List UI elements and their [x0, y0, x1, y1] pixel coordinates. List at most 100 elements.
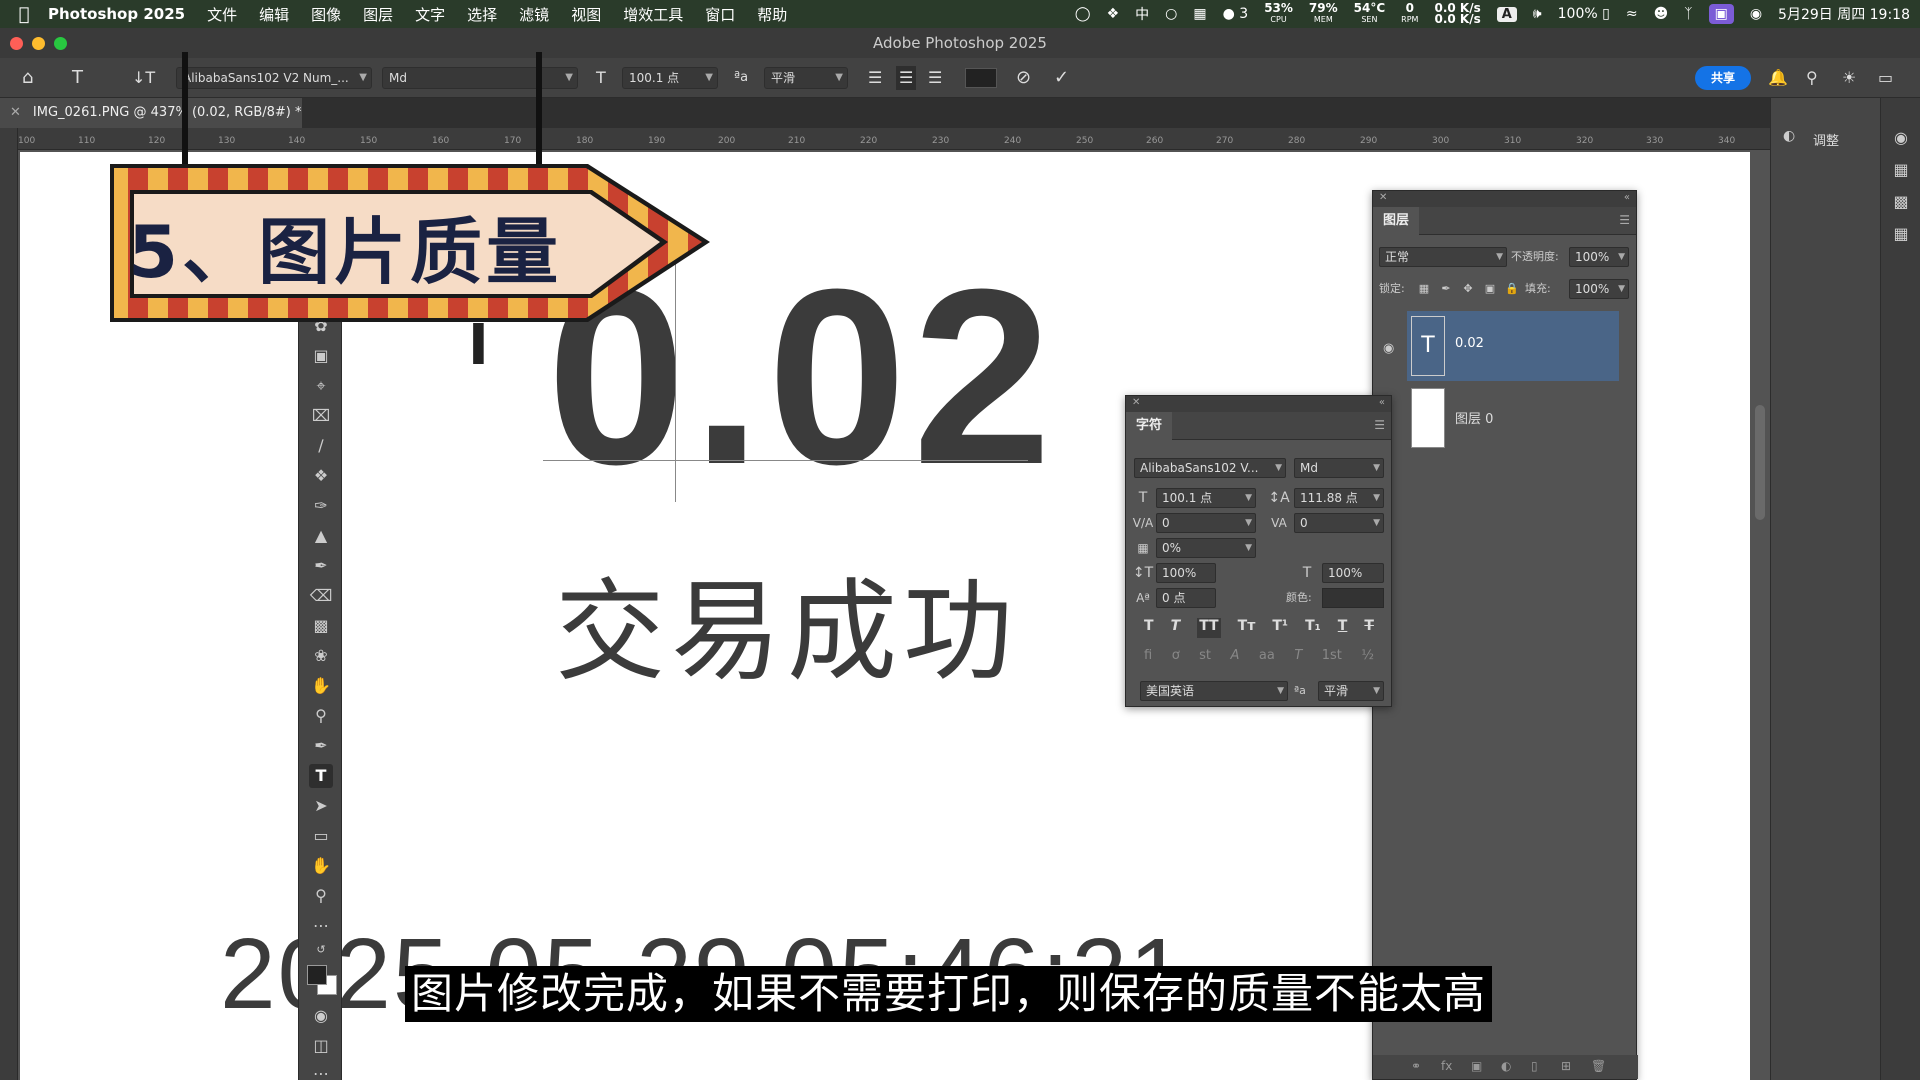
char-tracking-input[interactable]: 0 ▼ [1294, 513, 1384, 533]
lock-pixels-icon[interactable]: ✒ [1435, 279, 1457, 299]
app-name-menu[interactable]: Photoshop 2025 [48, 5, 185, 23]
blend-mode-select[interactable]: 正常 ▼ [1379, 247, 1507, 267]
type-tool-preset-icon[interactable]: T [72, 66, 83, 90]
vertical-ruler[interactable] [0, 128, 18, 1080]
text-orientation-icon[interactable]: ↓T [132, 66, 155, 90]
font-style-select[interactable]: Md ▼ [382, 67, 578, 89]
type-tool-icon[interactable]: T [309, 764, 333, 788]
ligatures-icon[interactable]: fi [1144, 648, 1152, 668]
layer-row-image[interactable]: 图层 0 [1407, 383, 1619, 453]
path-selection-tool-icon[interactable]: ➤ [309, 794, 333, 818]
ordinals-icon[interactable]: 1st [1322, 648, 1342, 668]
char-color-swatch[interactable] [1322, 588, 1384, 608]
brush-tool-icon[interactable]: ✑ [309, 494, 333, 518]
font-family-select[interactable]: AlibabaSans102 V2 Num_... ▼ [176, 67, 372, 89]
menubar-datetime[interactable]: 5月29日 周四 19:18 [1778, 4, 1910, 24]
sensor-stat[interactable]: 54°C SEN [1354, 2, 1386, 25]
close-window-icon[interactable] [10, 37, 23, 50]
language-select[interactable]: 美国英语 ▼ [1140, 681, 1288, 701]
layer-row-text[interactable]: T 0.02 [1407, 311, 1619, 381]
mem-stat[interactable]: 79% MEM [1309, 2, 1338, 25]
blur-tool-icon[interactable]: ❀ [309, 644, 333, 668]
home-icon[interactable]: ⌂ [22, 66, 33, 90]
align-left-icon[interactable]: ☰ [868, 66, 882, 90]
libraries-panel-icon[interactable]: ▦ [1891, 160, 1911, 180]
eyedropper-tool-icon[interactable]: ∕ [309, 434, 333, 458]
close-panel-icon[interactable]: ✕ [1379, 192, 1387, 203]
small-caps-icon[interactable]: Tт [1238, 618, 1256, 638]
minimize-window-icon[interactable] [32, 37, 45, 50]
char-font-style-select[interactable]: Md ▼ [1294, 458, 1384, 478]
healing-brush-tool-icon[interactable]: ❖ [309, 464, 333, 488]
opacity-input[interactable]: 100% ▼ [1569, 247, 1629, 267]
swap-colors-icon[interactable]: ↺ [309, 938, 333, 962]
eraser-tool-icon[interactable]: ⌫ [309, 584, 333, 608]
gradient-tool-icon[interactable]: ▩ [309, 614, 333, 638]
commit-check-icon[interactable]: ✓ [1054, 66, 1069, 90]
contextual-alternates-icon[interactable]: ơ [1172, 648, 1180, 668]
fan-stat[interactable]: 0 RPM [1401, 2, 1418, 25]
swash-icon[interactable]: A [1231, 648, 1240, 668]
fractions-icon[interactable]: ½ [1361, 648, 1374, 668]
char-horizontal-scale-input[interactable]: 100% [1322, 563, 1384, 583]
menu-help[interactable]: 帮助 [757, 4, 787, 25]
all-caps-icon[interactable]: TT [1197, 618, 1221, 638]
pen-tool-icon[interactable]: ✒ [309, 734, 333, 758]
char-font-family-select[interactable]: AlibabaSans102 V... ▼ [1134, 458, 1286, 478]
font-size-select[interactable]: 100.1 点 ▼ [622, 67, 718, 89]
cancel-icon[interactable]: ⊘ [1016, 66, 1031, 90]
notifications-icon[interactable]: 🔔 [1768, 66, 1788, 90]
grid-app-icon[interactable]: ▦ [1193, 6, 1206, 22]
lock-all-icon[interactable]: 🔒 [1501, 279, 1523, 299]
text-color-swatch[interactable] [965, 68, 997, 88]
network-stat[interactable]: 0.0 K/s 0.0 K/s [1434, 2, 1480, 25]
menu-window[interactable]: 窗口 [705, 4, 735, 25]
subscript-icon[interactable]: T₁ [1305, 618, 1321, 638]
cpu-stat[interactable]: 53% CPU [1264, 2, 1293, 25]
new-group-icon[interactable]: ▯ [1531, 1059, 1538, 1073]
menu-select[interactable]: 选择 [467, 4, 497, 25]
adjustments-label[interactable]: 调整 [1813, 130, 1839, 149]
char-leading-input[interactable]: 111.88 点 ▼ [1294, 488, 1384, 508]
adjustments-icon[interactable]: ◐ [1783, 128, 1795, 144]
object-selection-tool-icon[interactable]: ▣ [309, 344, 333, 368]
control-center-icon[interactable]: ◉ [1750, 6, 1762, 22]
mouse-icon[interactable]: ◯ [1075, 6, 1091, 22]
history-brush-tool-icon[interactable]: ✒ [309, 554, 333, 578]
stylistic-alternates-icon[interactable]: aa [1259, 648, 1275, 668]
char-baseline-shift-input[interactable]: 0 点 [1156, 588, 1216, 608]
menu-type[interactable]: 文字 [415, 4, 445, 25]
foreground-color-swatch[interactable] [307, 965, 327, 985]
search-icon[interactable]: ⚲ [1806, 66, 1818, 90]
layer-visibility-eye-icon[interactable]: ◉ [1383, 341, 1394, 356]
titling-alternates-icon[interactable]: T [1294, 648, 1302, 668]
chat-bubble-icon[interactable]: ○ [1165, 6, 1177, 22]
link-layers-icon[interactable]: ⚭ [1411, 1059, 1421, 1073]
superscript-icon[interactable]: T¹ [1272, 618, 1288, 638]
lock-position-icon[interactable]: ✥ [1457, 279, 1479, 299]
menu-image[interactable]: 图像 [311, 4, 341, 25]
fill-input[interactable]: 100% ▼ [1569, 279, 1629, 299]
char-vertical-scale-input[interactable]: 100% [1156, 563, 1216, 583]
menu-plugins[interactable]: 增效工具 [623, 4, 683, 25]
input-method-indicator[interactable]: A [1496, 6, 1517, 22]
rectangle-tool-icon[interactable]: ▭ [309, 824, 333, 848]
collapse-panel-icon[interactable]: « [1379, 397, 1385, 408]
collapse-panel-icon[interactable]: « [1624, 192, 1630, 203]
char-font-size-input[interactable]: 100.1 点 ▼ [1156, 488, 1256, 508]
adjustment-layer-icon[interactable]: ◐ [1501, 1059, 1511, 1073]
properties-panel-icon[interactable]: ◉ [1891, 128, 1911, 148]
close-tab-icon[interactable]: ✕ [10, 105, 21, 120]
char-anti-alias-select[interactable]: 平滑 ▼ [1318, 681, 1384, 701]
battery-status[interactable]: 100% ▯ [1558, 6, 1610, 22]
layer-effects-icon[interactable]: fx [1441, 1059, 1452, 1073]
smudge-tool-icon[interactable]: ✋ [309, 674, 333, 698]
anti-alias-select[interactable]: 平滑 ▼ [764, 67, 848, 89]
frame-tool-icon[interactable]: ⌧ [309, 404, 333, 428]
clone-stamp-tool-icon[interactable]: ▲ [309, 524, 333, 548]
char-kerning-input[interactable]: 0 ▼ [1156, 513, 1256, 533]
edit-toolbar-icon[interactable]: ⋯ [309, 1062, 333, 1080]
crop-tool-icon[interactable]: ⌖ [309, 374, 333, 398]
delete-layer-icon[interactable]: 🗑 [1591, 1059, 1606, 1073]
menu-file[interactable]: 文件 [207, 4, 237, 25]
